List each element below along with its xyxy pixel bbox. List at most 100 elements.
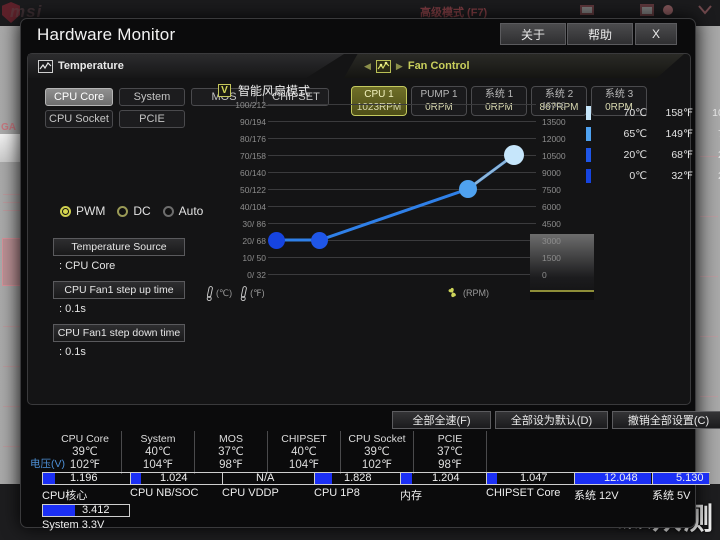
legend-row-4: 0℃ 32℉ 20% [586, 165, 720, 186]
readout-mos-c: 37℃ [218, 446, 244, 458]
y-tick-0: 0/ 32 [247, 270, 266, 280]
y-tick-40: 40/104 [240, 202, 266, 212]
power-icon [663, 5, 673, 15]
y2-tick-10500: 10500 [542, 151, 566, 161]
rpm-range-bar [530, 234, 594, 296]
smart-fan-mode-label: 智能风扇模式 [238, 84, 311, 98]
y2-tick-6000: 6000 [542, 202, 561, 212]
voltage-name-system-5v: 系统 5V [652, 490, 691, 502]
legend-duty-3: 20% [693, 149, 720, 161]
voltage-value-cpu-vddp: N/A [256, 472, 275, 484]
readout-system: System 40℃ 104℉ [122, 431, 195, 474]
voltage-fill-cpu-core [43, 473, 55, 484]
radio-pwm[interactable]: PWM [60, 204, 105, 218]
voltage-name-memory: 内存 [400, 490, 422, 502]
step-up-time-button[interactable]: CPU Fan1 step up time [53, 281, 185, 299]
thermometer-fahrenheit-icon [240, 286, 247, 301]
y2-tick-3000: 3000 [542, 236, 561, 246]
voltage-value-system-3v3: 3.412 [82, 504, 110, 516]
voltage-name-cpu-1p8: CPU 1P8 [314, 487, 360, 499]
chevron-down-icon [698, 5, 712, 15]
sensor-button-cpu-socket[interactable]: CPU Socket [45, 110, 113, 128]
y-tick-80: 80/176 [240, 134, 266, 144]
voltage-fill-memory [401, 473, 412, 484]
radio-dc-dot [117, 205, 129, 217]
radio-auto-dot [162, 205, 174, 217]
y-tick-60: 60/140 [240, 168, 266, 178]
y-tick-90: 90/194 [240, 117, 266, 127]
y2-tick-15000: 15000 [542, 100, 566, 110]
tab-temperature-label: Temperature [58, 60, 124, 72]
legend-row-2: 65℃ 149℉ 75% [586, 123, 720, 144]
y2-tick-9000: 9000 [542, 168, 561, 178]
close-button[interactable]: X [635, 23, 677, 45]
temperature-source-button[interactable]: Temperature Source [53, 238, 185, 256]
readout-chipset: CHIPSET 40℃ 104℉ [268, 431, 341, 474]
legend-temp-f-1: 158℉ [665, 106, 693, 119]
celsius-unit-label: (℃) [216, 288, 233, 298]
fan-curve-plot-area[interactable] [268, 104, 594, 300]
fan-mode-radio-group: PWM DC Auto [60, 204, 203, 218]
legend-temp-c-2: 65℃ [623, 127, 647, 140]
tab-temperature[interactable]: Temperature [28, 54, 344, 78]
voltage-value-chipset-core: 1.047 [520, 472, 548, 484]
voltage-name-chipset-core: CHIPSET Core [486, 487, 561, 499]
curve-point-2[interactable] [311, 232, 328, 249]
fan-chart-icon [375, 59, 391, 73]
readout-pcie: PCIE 37℃ 98℉ [414, 431, 487, 474]
help-button[interactable]: 帮助 [567, 23, 633, 45]
y-tick-100: 100/212 [235, 100, 266, 110]
voltage-name-cpu-nb-soc: CPU NB/SOC [130, 487, 199, 499]
legend-swatch-3 [586, 147, 591, 162]
y2-tick-12000: 12000 [542, 134, 566, 144]
y2-tick-4500: 4500 [542, 219, 561, 229]
rpm-unit-label: (RPM) [463, 287, 489, 298]
readout-cpu-core-name: CPU Core [61, 433, 109, 445]
chart-legend: 70℃ 158℉ 100% 65℃ 149℉ 75% 20℃ 68℉ 20% [586, 102, 720, 186]
smart-fan-mode-checkbox[interactable]: V [218, 84, 231, 97]
fan-curve-chart: V 智能风扇模式 100/212 90/194 80/176 70/158 60… [206, 80, 720, 402]
undo-all-settings-button[interactable]: 撤销全部设置(C) [612, 411, 720, 429]
curve-point-1[interactable] [268, 232, 285, 249]
next-chevron-icon[interactable]: ▶ [396, 61, 403, 72]
sensor-button-pcie[interactable]: PCIE [119, 110, 185, 128]
sensor-button-cpu-core[interactable]: CPU Core [45, 88, 113, 106]
rpm-unit-row: (RPM) [446, 286, 489, 299]
set-all-default-button[interactable]: 全部设为默认(D) [495, 411, 608, 429]
readout-mos: MOS 37℃ 98℉ [195, 431, 268, 474]
step-down-time-button[interactable]: CPU Fan1 step down time [53, 324, 185, 342]
legend-temp-c-3: 20℃ [623, 148, 647, 161]
radio-auto[interactable]: Auto [162, 204, 203, 218]
screenshot-icon [580, 5, 594, 15]
voltage-value-system-5v: 5.130 [676, 472, 704, 484]
y2-tick-1500: 1500 [542, 253, 561, 263]
readout-system-name: System [140, 433, 176, 445]
prev-chevron-icon[interactable]: ◀ [364, 61, 371, 72]
legend-swatch-2 [586, 126, 591, 141]
voltage-title: 电压(V) [30, 458, 65, 470]
voltage-fill-cpu-1p8 [315, 473, 332, 484]
readout-pcie-f: 98℉ [438, 459, 462, 471]
fahrenheit-unit-label: (℉) [250, 288, 265, 298]
curve-point-4[interactable] [504, 145, 524, 165]
curve-point-3[interactable] [459, 180, 477, 198]
voltage-fill-system-3v3 [43, 505, 75, 516]
readout-pcie-name: PCIE [437, 433, 463, 445]
readout-system-c: 40℃ [145, 446, 171, 458]
dialog-titlebar: Hardware Monitor 关于 帮助 X [21, 19, 695, 51]
y2-tick-13500: 13500 [542, 117, 566, 127]
y-tick-70: 70/158 [240, 151, 266, 161]
legend-temp-f-3: 68℉ [671, 148, 693, 161]
legend-row-3: 20℃ 68℉ 20% [586, 144, 720, 165]
smart-fan-mode-checkbox-row[interactable]: V 智能风扇模式 [218, 82, 310, 99]
sensor-button-system[interactable]: System [119, 88, 185, 106]
legend-temp-f-2: 149℉ [665, 127, 693, 140]
all-full-speed-button[interactable]: 全部全速(F) [392, 411, 491, 429]
readout-pcie-c: 37℃ [437, 446, 463, 458]
temperature-chart-icon [38, 59, 53, 73]
tab-fan-control[interactable]: ◀ ▶ Fan Control [344, 54, 684, 78]
about-button[interactable]: 关于 [500, 23, 566, 45]
voltage-value-system-12v: 12.048 [604, 472, 638, 484]
legend-row-1: 70℃ 158℉ 100% [586, 102, 720, 123]
radio-dc[interactable]: DC [117, 204, 151, 218]
